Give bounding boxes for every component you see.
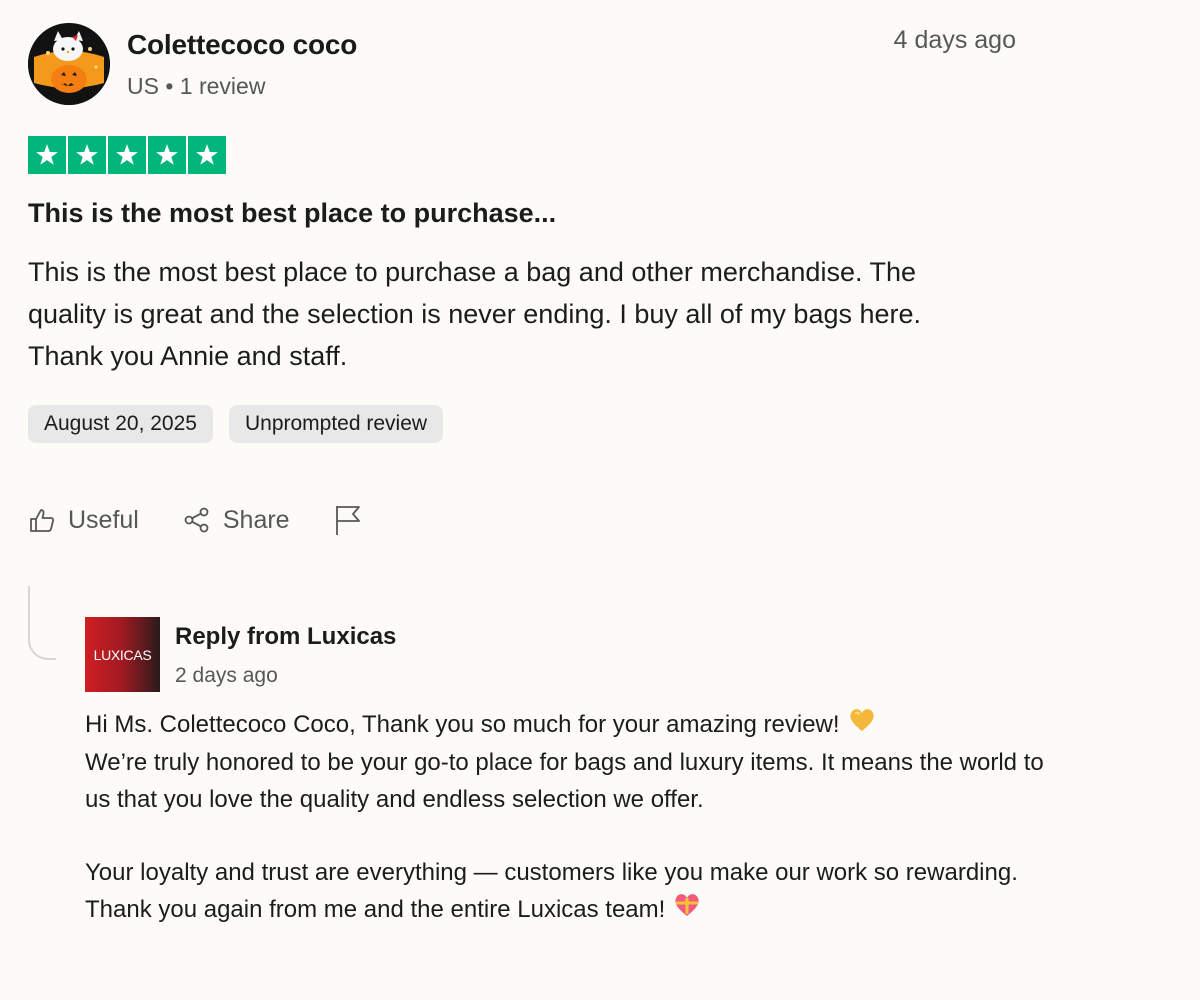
- reply-info: Reply from Luxicas 2 days ago: [175, 623, 396, 688]
- reply-date: 2 days ago: [175, 664, 278, 687]
- company-logo[interactable]: LUXICAS: [85, 617, 160, 692]
- review-header: Colettecoco coco US • 1 review 4 days ag…: [28, 22, 1028, 106]
- avatar[interactable]: [28, 23, 110, 105]
- star-icon: [148, 136, 186, 174]
- star-rating: [28, 136, 1028, 174]
- share-icon: [184, 507, 209, 533]
- reply-body: Hi Ms. Colettecoco Coco, Thank you so mu…: [85, 706, 1045, 929]
- review-actions: Useful Share: [28, 503, 1028, 537]
- reply-line: Thank you again from me and the entire L…: [85, 896, 666, 924]
- reply-line: Your loyalty and trust are everything — …: [85, 859, 1018, 887]
- avatar-image: [28, 23, 110, 105]
- reply-line: We’re truly honored to be your go-to pla…: [85, 749, 1044, 814]
- unprompted-tag[interactable]: Unprompted review: [228, 405, 444, 443]
- yellow-heart-icon: [848, 707, 876, 744]
- reply-header: LUXICAS Reply from Luxicas 2 days ago: [85, 617, 1045, 692]
- reply-connector: [28, 586, 56, 660]
- posted-time: 4 days ago: [893, 26, 1016, 54]
- reviewer-meta: US • 1 review: [127, 72, 266, 99]
- reviewer-name[interactable]: Colettecoco coco: [127, 29, 357, 61]
- useful-label: Useful: [68, 505, 139, 534]
- star-icon: [68, 136, 106, 174]
- review-date-tag: August 20, 2025: [28, 405, 213, 443]
- reply-paragraph: Hi Ms. Colettecoco Coco, Thank you so mu…: [85, 706, 1045, 818]
- report-button[interactable]: [334, 503, 376, 537]
- heart-with-ribbon-icon: [673, 892, 701, 929]
- share-label: Share: [222, 505, 290, 534]
- star-icon: [28, 136, 66, 174]
- flag-icon: [335, 506, 360, 535]
- share-button[interactable]: Share: [183, 506, 290, 535]
- review-body: This is the most best place to purchase …: [28, 257, 922, 371]
- star-icon: [188, 136, 226, 174]
- useful-button[interactable]: Useful: [28, 506, 139, 535]
- reviewer-info: Colettecoco coco US • 1 review: [127, 29, 357, 100]
- review-tags: August 20, 2025 Unprompted review: [28, 405, 1028, 443]
- reply-content: LUXICAS Reply from Luxicas 2 days ago Hi…: [85, 617, 1045, 929]
- reply-title: Reply from Luxicas: [175, 623, 397, 650]
- star-icon: [108, 136, 146, 174]
- thumbs-up-icon: [30, 509, 54, 532]
- review-title: This is the most best place to purchase.…: [28, 198, 557, 228]
- reply-line: Hi Ms. Colettecoco Coco, Thank you so mu…: [85, 711, 840, 738]
- reply-paragraph: Your loyalty and trust are everything — …: [85, 854, 1045, 929]
- review-card: Colettecoco coco US • 1 review 4 days ag…: [28, 22, 1028, 537]
